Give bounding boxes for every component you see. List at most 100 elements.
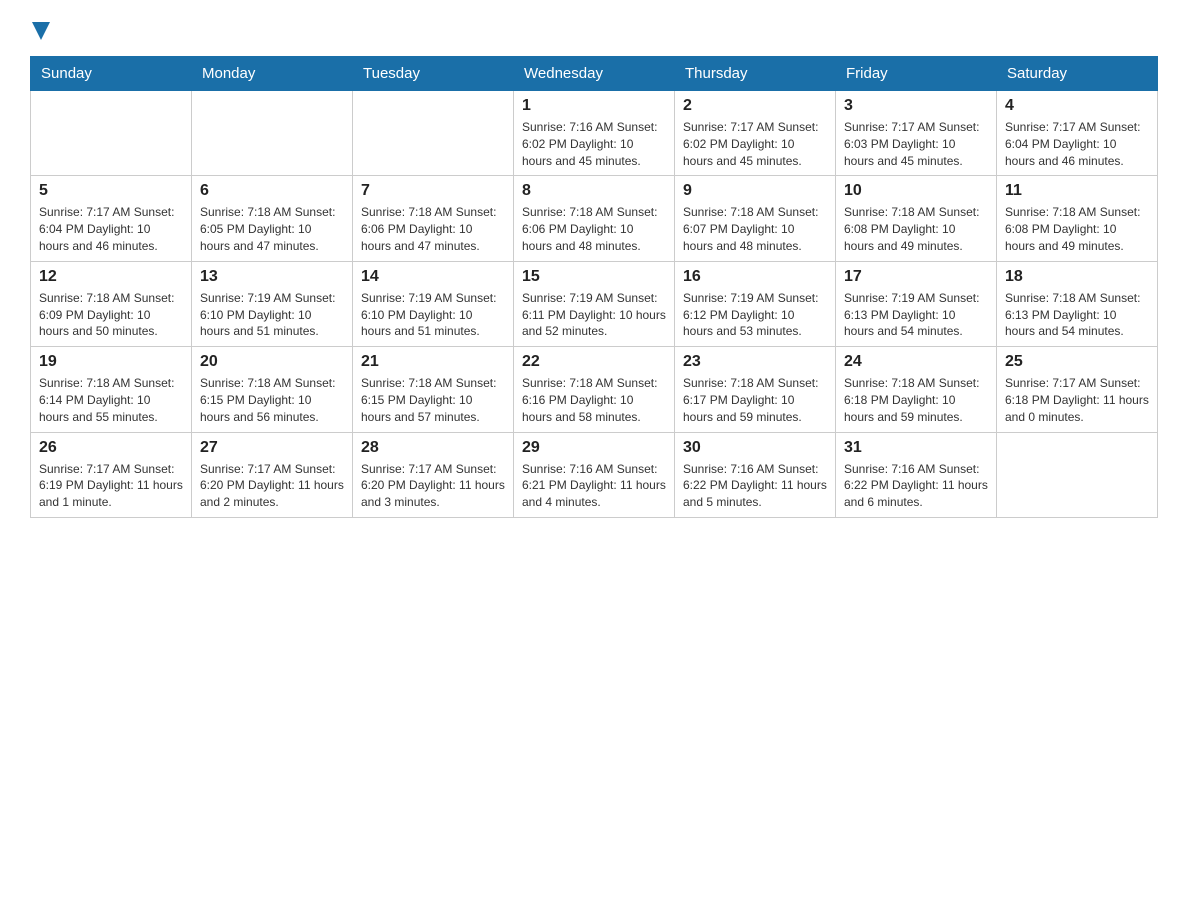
day-number: 19 [39, 353, 183, 371]
logo [30, 20, 50, 40]
weekday-header-monday: Monday [192, 57, 353, 91]
logo-triangle-icon [32, 22, 50, 40]
calendar-cell: 25 Sunrise: 7:17 AM Sunset: 6:18 PM Dayli… [997, 347, 1158, 432]
day-number: 21 [361, 353, 505, 371]
calendar-cell [31, 91, 192, 176]
day-info: Sunrise: 7:17 AM Sunset: 6:02 PM Dayligh… [683, 119, 827, 169]
calendar-cell: 21 Sunrise: 7:18 AM Sunset: 6:15 PM Dayli… [353, 347, 514, 432]
calendar-cell: 10 Sunrise: 7:18 AM Sunset: 6:08 PM Dayli… [836, 176, 997, 261]
calendar-week-row: 1 Sunrise: 7:16 AM Sunset: 6:02 PM Daylig… [31, 91, 1158, 176]
calendar-cell: 30Sunrise: 7:16 AM Sunset: 6:22 PM Dayli… [675, 432, 836, 517]
calendar-cell: 16Sunrise: 7:19 AM Sunset: 6:12 PM Dayli… [675, 261, 836, 346]
calendar-cell: 2 Sunrise: 7:17 AM Sunset: 6:02 PM Daylig… [675, 91, 836, 176]
calendar-cell: 27 Sunrise: 7:17 AM Sunset: 6:20 PM Dayli… [192, 432, 353, 517]
calendar-cell: 7Sunrise: 7:18 AM Sunset: 6:06 PM Daylig… [353, 176, 514, 261]
calendar-cell: 3 Sunrise: 7:17 AM Sunset: 6:03 PM Daylig… [836, 91, 997, 176]
day-number: 3 [844, 97, 988, 115]
day-number: 30 [683, 439, 827, 457]
day-info: Sunrise: 7:18 AM Sunset: 6:18 PM Dayligh… [844, 375, 988, 425]
calendar-week-row: 26 Sunrise: 7:17 AM Sunset: 6:19 PM Dayli… [31, 432, 1158, 517]
calendar-cell: 22 Sunrise: 7:18 AM Sunset: 6:16 PM Dayli… [514, 347, 675, 432]
day-info: Sunrise: 7:18 AM Sunset: 6:13 PM Dayligh… [1005, 290, 1149, 340]
day-info: Sunrise: 7:19 AM Sunset: 6:10 PM Dayligh… [361, 290, 505, 340]
day-number: 22 [522, 353, 666, 371]
day-number: 10 [844, 182, 988, 200]
day-info: Sunrise: 7:18 AM Sunset: 6:06 PM Dayligh… [522, 204, 666, 254]
calendar-cell: 31Sunrise: 7:16 AM Sunset: 6:22 PM Dayli… [836, 432, 997, 517]
day-info: Sunrise: 7:19 AM Sunset: 6:12 PM Dayligh… [683, 290, 827, 340]
day-number: 8 [522, 182, 666, 200]
day-number: 23 [683, 353, 827, 371]
day-info: Sunrise: 7:17 AM Sunset: 6:19 PM Dayligh… [39, 461, 183, 511]
day-info: Sunrise: 7:17 AM Sunset: 6:04 PM Dayligh… [39, 204, 183, 254]
day-info: Sunrise: 7:16 AM Sunset: 6:21 PM Dayligh… [522, 461, 666, 511]
calendar-cell: 5 Sunrise: 7:17 AM Sunset: 6:04 PM Daylig… [31, 176, 192, 261]
calendar-cell: 9Sunrise: 7:18 AM Sunset: 6:07 PM Daylig… [675, 176, 836, 261]
day-info: Sunrise: 7:17 AM Sunset: 6:20 PM Dayligh… [361, 461, 505, 511]
day-info: Sunrise: 7:17 AM Sunset: 6:18 PM Dayligh… [1005, 375, 1149, 425]
day-number: 7 [361, 182, 505, 200]
calendar-cell: 12 Sunrise: 7:18 AM Sunset: 6:09 PM Dayli… [31, 261, 192, 346]
day-info: Sunrise: 7:17 AM Sunset: 6:03 PM Dayligh… [844, 119, 988, 169]
day-number: 24 [844, 353, 988, 371]
weekday-header-thursday: Thursday [675, 57, 836, 91]
calendar-cell: 20Sunrise: 7:18 AM Sunset: 6:15 PM Dayli… [192, 347, 353, 432]
calendar-cell: 4Sunrise: 7:17 AM Sunset: 6:04 PM Daylig… [997, 91, 1158, 176]
day-info: Sunrise: 7:18 AM Sunset: 6:09 PM Dayligh… [39, 290, 183, 340]
calendar-week-row: 12 Sunrise: 7:18 AM Sunset: 6:09 PM Dayli… [31, 261, 1158, 346]
calendar-cell: 17 Sunrise: 7:19 AM Sunset: 6:13 PM Dayli… [836, 261, 997, 346]
calendar-cell: 29Sunrise: 7:16 AM Sunset: 6:21 PM Dayli… [514, 432, 675, 517]
calendar-cell: 18 Sunrise: 7:18 AM Sunset: 6:13 PM Dayli… [997, 261, 1158, 346]
day-number: 5 [39, 182, 183, 200]
day-number: 27 [200, 439, 344, 457]
day-info: Sunrise: 7:18 AM Sunset: 6:16 PM Dayligh… [522, 375, 666, 425]
day-info: Sunrise: 7:17 AM Sunset: 6:20 PM Dayligh… [200, 461, 344, 511]
calendar-cell: 6 Sunrise: 7:18 AM Sunset: 6:05 PM Daylig… [192, 176, 353, 261]
calendar-cell: 11 Sunrise: 7:18 AM Sunset: 6:08 PM Dayli… [997, 176, 1158, 261]
day-info: Sunrise: 7:19 AM Sunset: 6:11 PM Dayligh… [522, 290, 666, 340]
calendar-cell [997, 432, 1158, 517]
weekday-header-tuesday: Tuesday [353, 57, 514, 91]
calendar-cell: 24 Sunrise: 7:18 AM Sunset: 6:18 PM Dayli… [836, 347, 997, 432]
day-number: 13 [200, 268, 344, 286]
calendar-week-row: 5 Sunrise: 7:17 AM Sunset: 6:04 PM Daylig… [31, 176, 1158, 261]
day-number: 25 [1005, 353, 1149, 371]
calendar-cell [192, 91, 353, 176]
day-info: Sunrise: 7:17 AM Sunset: 6:04 PM Dayligh… [1005, 119, 1149, 169]
calendar-cell: 28 Sunrise: 7:17 AM Sunset: 6:20 PM Dayli… [353, 432, 514, 517]
calendar-cell: 15Sunrise: 7:19 AM Sunset: 6:11 PM Dayli… [514, 261, 675, 346]
day-number: 28 [361, 439, 505, 457]
day-number: 11 [1005, 182, 1149, 200]
day-info: Sunrise: 7:16 AM Sunset: 6:22 PM Dayligh… [844, 461, 988, 511]
day-info: Sunrise: 7:18 AM Sunset: 6:14 PM Dayligh… [39, 375, 183, 425]
day-number: 6 [200, 182, 344, 200]
day-info: Sunrise: 7:18 AM Sunset: 6:17 PM Dayligh… [683, 375, 827, 425]
weekday-header-friday: Friday [836, 57, 997, 91]
day-info: Sunrise: 7:16 AM Sunset: 6:02 PM Dayligh… [522, 119, 666, 169]
day-info: Sunrise: 7:19 AM Sunset: 6:13 PM Dayligh… [844, 290, 988, 340]
calendar-cell [353, 91, 514, 176]
calendar-table: SundayMondayTuesdayWednesdayThursdayFrid… [30, 56, 1158, 518]
page-header [30, 20, 1158, 40]
calendar-cell: 19 Sunrise: 7:18 AM Sunset: 6:14 PM Dayli… [31, 347, 192, 432]
calendar-cell: 14Sunrise: 7:19 AM Sunset: 6:10 PM Dayli… [353, 261, 514, 346]
day-number: 1 [522, 97, 666, 115]
day-info: Sunrise: 7:18 AM Sunset: 6:15 PM Dayligh… [361, 375, 505, 425]
day-info: Sunrise: 7:18 AM Sunset: 6:05 PM Dayligh… [200, 204, 344, 254]
day-number: 2 [683, 97, 827, 115]
weekday-header-saturday: Saturday [997, 57, 1158, 91]
day-number: 26 [39, 439, 183, 457]
day-info: Sunrise: 7:18 AM Sunset: 6:07 PM Dayligh… [683, 204, 827, 254]
day-number: 18 [1005, 268, 1149, 286]
day-info: Sunrise: 7:18 AM Sunset: 6:08 PM Dayligh… [1005, 204, 1149, 254]
calendar-cell: 8 Sunrise: 7:18 AM Sunset: 6:06 PM Daylig… [514, 176, 675, 261]
day-info: Sunrise: 7:18 AM Sunset: 6:08 PM Dayligh… [844, 204, 988, 254]
calendar-cell: 26 Sunrise: 7:17 AM Sunset: 6:19 PM Dayli… [31, 432, 192, 517]
day-number: 12 [39, 268, 183, 286]
calendar-week-row: 19 Sunrise: 7:18 AM Sunset: 6:14 PM Dayli… [31, 347, 1158, 432]
day-number: 20 [200, 353, 344, 371]
day-info: Sunrise: 7:19 AM Sunset: 6:10 PM Dayligh… [200, 290, 344, 340]
day-number: 17 [844, 268, 988, 286]
calendar-header-row: SundayMondayTuesdayWednesdayThursdayFrid… [31, 57, 1158, 91]
calendar-cell: 13 Sunrise: 7:19 AM Sunset: 6:10 PM Dayli… [192, 261, 353, 346]
